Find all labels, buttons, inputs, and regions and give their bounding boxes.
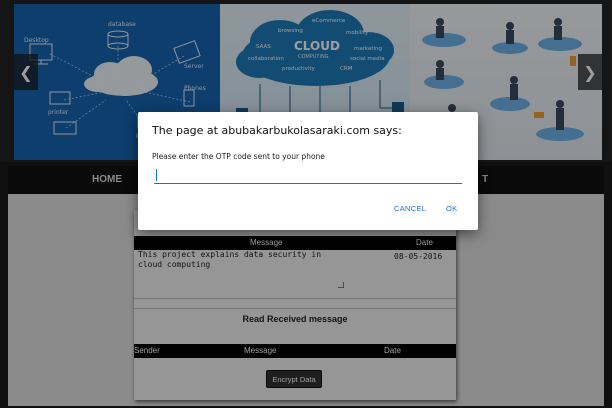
dialog-message: Please enter the OTP code sent to your p… xyxy=(152,152,325,161)
cancel-button[interactable]: CANCEL xyxy=(394,204,426,213)
otp-input[interactable] xyxy=(154,166,462,184)
prompt-dialog: The page at abubakarbukolasaraki.com say… xyxy=(138,112,478,230)
text-caret xyxy=(156,169,157,181)
dialog-title: The page at abubakarbukolasaraki.com say… xyxy=(152,124,402,137)
ok-button[interactable]: OK xyxy=(446,204,457,213)
